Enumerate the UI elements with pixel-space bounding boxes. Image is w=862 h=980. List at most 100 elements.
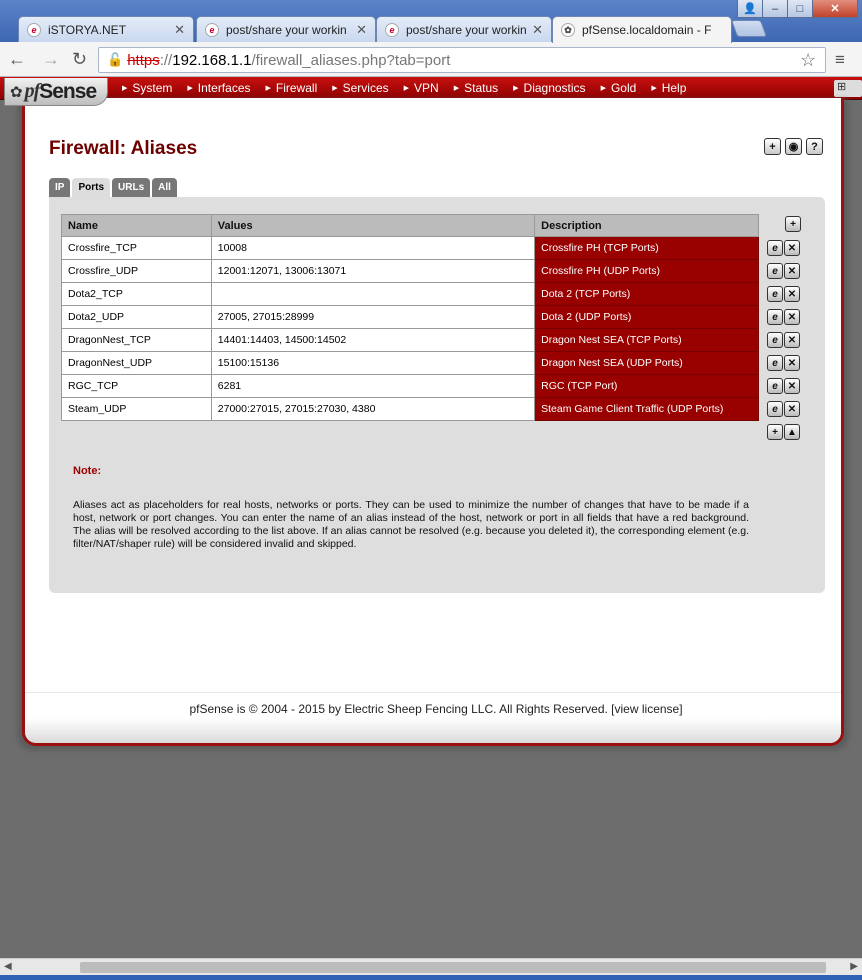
log-icon[interactable]: ◉ bbox=[785, 138, 802, 155]
reload-icon[interactable]: ↻ bbox=[72, 50, 87, 68]
add-alias-icon[interactable]: + bbox=[785, 216, 801, 232]
table-row[interactable]: Steam_UDP 27000:27015, 27015:27030, 4380… bbox=[61, 397, 759, 421]
delete-icon[interactable]: ✕ bbox=[784, 355, 800, 371]
edit-icon[interactable]: e bbox=[767, 309, 783, 325]
insecure-lock-icon[interactable]: 🔓 bbox=[107, 52, 123, 68]
browser-tab-2[interactable]: e post/share your workin ✕ bbox=[196, 16, 376, 42]
minimize-button[interactable]: – bbox=[762, 0, 788, 18]
delete-icon[interactable]: ✕ bbox=[784, 286, 800, 302]
table-row[interactable]: Dota2_TCP Dota 2 (TCP Ports) bbox=[61, 282, 759, 306]
browser-tab-active[interactable]: ✿ pfSense.localdomain - F bbox=[552, 16, 732, 43]
row-actions: e ✕ bbox=[767, 263, 801, 279]
table-row[interactable]: Crossfire_TCP 10008 Crossfire PH (TCP Po… bbox=[61, 236, 759, 260]
scroll-left-icon[interactable]: ◀ bbox=[4, 961, 12, 972]
edit-icon[interactable]: e bbox=[767, 286, 783, 302]
alias-description[interactable]: Dota 2 (UDP Ports) bbox=[534, 305, 759, 329]
tab-ports[interactable]: Ports bbox=[72, 178, 111, 197]
delete-icon[interactable]: ✕ bbox=[784, 332, 800, 348]
alias-name[interactable]: Crossfire_TCP bbox=[61, 236, 212, 260]
table-row[interactable]: Dota2_UDP 27005, 27015:28999 Dota 2 (UDP… bbox=[61, 305, 759, 329]
forward-arrow-icon[interactable]: → bbox=[42, 50, 60, 68]
menu-system[interactable]: ▶ System bbox=[122, 81, 172, 95]
edit-icon[interactable]: e bbox=[767, 240, 783, 256]
alias-name[interactable]: Crossfire_UDP bbox=[61, 259, 212, 283]
url-separator: :// bbox=[159, 51, 173, 69]
alias-description[interactable]: RGC (TCP Port) bbox=[534, 374, 759, 398]
horizontal-scrollbar[interactable]: ◀ ▶ bbox=[0, 958, 862, 975]
browser-tab-3[interactable]: e post/share your workin ✕ bbox=[376, 16, 552, 42]
alias-values[interactable]: 27000:27015, 27015:27030, 4380 bbox=[210, 397, 536, 421]
browser-tab-1[interactable]: e iSTORYA.NET ✕ bbox=[18, 16, 194, 42]
alias-description[interactable]: Dragon Nest SEA (TCP Ports) bbox=[534, 328, 759, 352]
delete-icon[interactable]: ✕ bbox=[784, 378, 800, 394]
back-arrow-icon[interactable]: ← bbox=[8, 50, 26, 68]
menu-vpn[interactable]: ▶ VPN bbox=[404, 81, 439, 95]
tab-ip[interactable]: IP bbox=[49, 178, 71, 197]
delete-icon[interactable]: ✕ bbox=[784, 309, 800, 325]
content-area: Firewall: Aliases + ◉ ? IP Ports URLs Al… bbox=[22, 98, 844, 746]
browser-chrome: e iSTORYA.NET ✕ e post/share your workin… bbox=[0, 0, 862, 77]
delete-icon[interactable]: ✕ bbox=[784, 240, 800, 256]
alias-name[interactable]: RGC_TCP bbox=[61, 374, 212, 398]
menu-diagnostics[interactable]: ▶ Diagnostics bbox=[513, 81, 585, 95]
alias-name[interactable]: Dota2_TCP bbox=[61, 282, 212, 306]
menu-services[interactable]: ▶ Services bbox=[332, 81, 388, 95]
alias-name[interactable]: Dota2_UDP bbox=[61, 305, 212, 329]
network-status-icon[interactable]: ⊞ bbox=[834, 80, 862, 97]
alias-name[interactable]: DragonNest_TCP bbox=[61, 328, 212, 352]
alias-description[interactable]: Crossfire PH (UDP Ports) bbox=[534, 259, 759, 283]
menu-interfaces[interactable]: ▶ Interfaces bbox=[187, 81, 250, 95]
edit-icon[interactable]: e bbox=[767, 355, 783, 371]
browser-menu-icon[interactable]: ≡ bbox=[835, 50, 845, 70]
user-icon[interactable]: 👤 bbox=[737, 0, 763, 18]
maximize-button[interactable]: □ bbox=[787, 0, 813, 18]
close-tab-icon[interactable]: ✕ bbox=[532, 22, 543, 38]
delete-icon[interactable]: ✕ bbox=[784, 401, 800, 417]
alias-values[interactable]: 10008 bbox=[210, 236, 536, 260]
address-bar[interactable]: 🔓 https :// 192.168.1.1 /firewall_aliase… bbox=[98, 47, 826, 73]
alias-values[interactable]: 27005, 27015:28999 bbox=[210, 305, 536, 329]
table-row[interactable]: Crossfire_UDP 12001:12071, 13006:13071 C… bbox=[61, 259, 759, 283]
alias-values[interactable]: 14401:14403, 14500:14502 bbox=[210, 328, 536, 352]
table-row[interactable]: DragonNest_TCP 14401:14403, 14500:14502 … bbox=[61, 328, 759, 352]
new-tab-button[interactable] bbox=[730, 20, 768, 37]
alias-values[interactable]: 15100:15136 bbox=[210, 351, 536, 375]
menu-arrow-icon: ▶ bbox=[265, 85, 271, 92]
menu-help[interactable]: ▶ Help bbox=[651, 81, 686, 95]
tab-urls[interactable]: URLs bbox=[112, 178, 151, 197]
add-widget-icon[interactable]: + bbox=[764, 138, 781, 155]
scroll-right-icon[interactable]: ▶ bbox=[850, 961, 858, 972]
alias-name[interactable]: Steam_UDP bbox=[61, 397, 212, 421]
import-icon[interactable]: ▲ bbox=[784, 424, 800, 440]
edit-icon[interactable]: e bbox=[767, 378, 783, 394]
table-row[interactable]: RGC_TCP 6281 RGC (TCP Port) bbox=[61, 374, 759, 398]
menu-firewall[interactable]: ▶ Firewall bbox=[266, 81, 318, 95]
alias-values[interactable]: 12001:12071, 13006:13071 bbox=[210, 259, 536, 283]
table-row[interactable]: DragonNest_UDP 15100:15136 Dragon Nest S… bbox=[61, 351, 759, 375]
add-alias-icon[interactable]: + bbox=[767, 424, 783, 440]
alias-description[interactable]: Crossfire PH (TCP Ports) bbox=[534, 236, 759, 260]
edit-icon[interactable]: e bbox=[767, 401, 783, 417]
close-tab-icon[interactable]: ✕ bbox=[356, 22, 367, 38]
scrollbar-thumb[interactable] bbox=[80, 962, 826, 973]
menu-status[interactable]: ▶ Status bbox=[454, 81, 498, 95]
delete-icon[interactable]: ✕ bbox=[784, 263, 800, 279]
footer: pfSense is © 2004 - 2015 by Electric She… bbox=[25, 702, 841, 716]
tab-all[interactable]: All bbox=[152, 178, 177, 197]
help-icon[interactable]: ? bbox=[806, 138, 823, 155]
alias-name[interactable]: DragonNest_UDP bbox=[61, 351, 212, 375]
close-tab-icon[interactable]: ✕ bbox=[174, 22, 185, 38]
alias-description[interactable]: Steam Game Client Traffic (UDP Ports) bbox=[534, 397, 759, 421]
alias-description[interactable]: Dota 2 (TCP Ports) bbox=[534, 282, 759, 306]
alias-values[interactable]: 6281 bbox=[210, 374, 536, 398]
browser-tab-title: pfSense.localdomain - F bbox=[582, 23, 712, 37]
alias-description[interactable]: Dragon Nest SEA (UDP Ports) bbox=[534, 351, 759, 375]
close-window-button[interactable]: ✕ bbox=[812, 0, 858, 18]
edit-icon[interactable]: e bbox=[767, 263, 783, 279]
menu-gold[interactable]: ▶ Gold bbox=[601, 81, 637, 95]
edit-icon[interactable]: e bbox=[767, 332, 783, 348]
alias-values[interactable] bbox=[210, 282, 536, 306]
bookmark-star-icon[interactable]: ☆ bbox=[800, 50, 816, 71]
pfsense-logo[interactable]: ✿ pf Sense bbox=[4, 78, 108, 106]
view-license-link[interactable]: view license bbox=[615, 702, 680, 716]
